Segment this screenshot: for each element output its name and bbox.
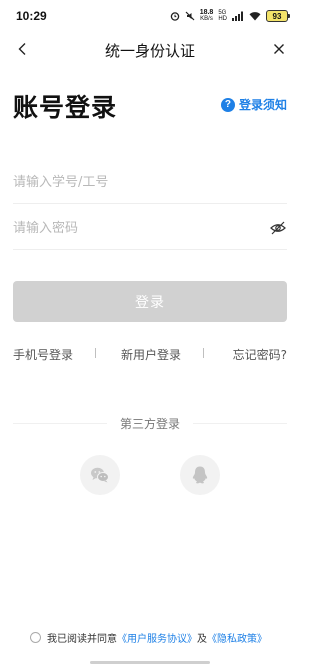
agreement-prefix: 我已阅读并同意 [47,634,117,645]
alarm-icon [170,11,180,21]
divider [95,348,96,358]
status-icons: 18.8 KB/s 5G HD 93 [170,8,290,24]
password-field-row [13,206,287,250]
close-button[interactable] [268,38,290,60]
battery-level: 93 [272,11,282,21]
page-title: 统一身份认证 [104,42,195,60]
divider [203,348,204,358]
third-party-section-title: 第三方登录 [13,415,287,431]
agreement-and: 及 [197,634,207,645]
question-icon: ? [220,97,235,112]
login-button[interactable]: 登录 [13,281,287,322]
network-type: 5G HD [218,10,227,22]
privacy-policy-link[interactable]: 《隐私政策》 [207,630,267,645]
qq-login-button[interactable] [180,455,220,495]
divider-line [193,423,287,424]
status-time: 10:29 [16,9,47,23]
mute-icon [185,11,195,21]
username-input[interactable] [13,160,253,204]
battery-icon: 93 [266,10,290,22]
phone-login-link[interactable]: 手机号登录 [13,346,73,363]
new-user-login-link[interactable]: 新用户登录 [121,346,181,363]
forgot-password-link[interactable]: 忘记密码? [233,346,287,363]
password-visibility-toggle[interactable] [269,219,287,237]
agreement-row: 我已阅读并同意 《用户服务协议》 及 《隐私政策》 [30,630,267,645]
wechat-icon [91,467,109,483]
network-type-bottom: HD [218,16,227,22]
network-speed-unit: KB/s [200,16,213,22]
signal-icon [232,11,244,21]
login-notice-link[interactable]: ? 登录须知 [220,96,287,113]
wechat-login-button[interactable] [80,455,120,495]
nav-bar: 统一身份认证 [0,32,300,66]
login-options: 手机号登录 新用户登录 忘记密码? [13,346,287,362]
password-input[interactable] [13,206,253,250]
agreement-checkbox[interactable] [30,632,41,643]
close-icon [274,44,284,54]
wifi-icon [249,11,261,21]
qq-icon [192,466,208,484]
network-speed: 18.8 KB/s [200,9,214,22]
login-notice-label: 登录须知 [238,98,287,112]
home-indicator[interactable] [90,661,210,664]
login-heading: 账号登录 [13,93,118,122]
status-bar: 10:29 18.8 KB/s 5G HD 93 [0,0,300,32]
username-field-row [13,160,287,204]
service-agreement-link[interactable]: 《用户服务协议》 [117,630,197,645]
eye-off-icon [270,221,286,235]
